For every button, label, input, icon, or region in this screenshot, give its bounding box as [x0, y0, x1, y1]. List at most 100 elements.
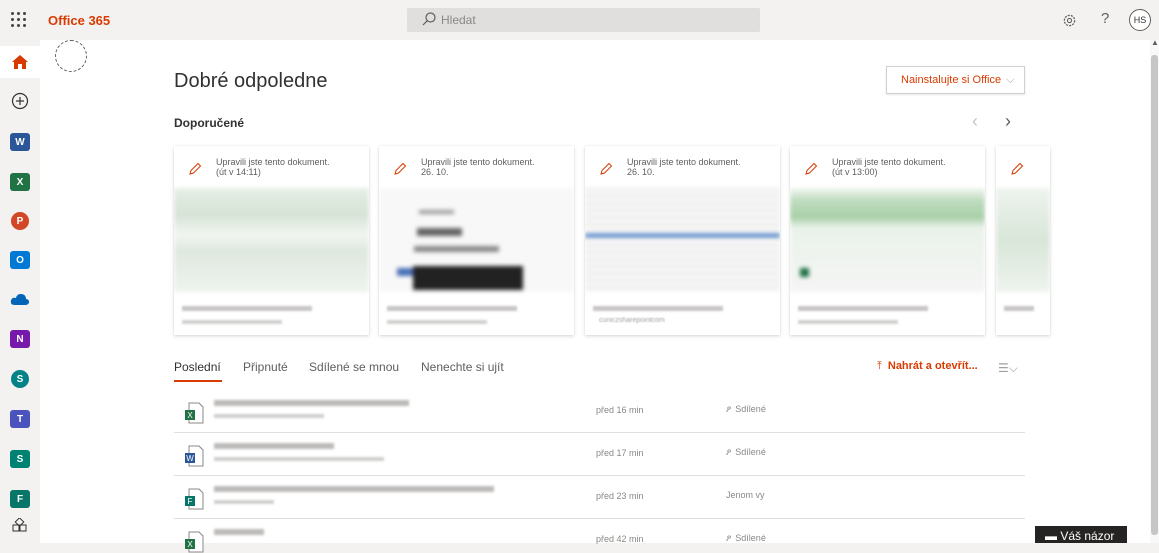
pencil-icon: [394, 162, 407, 175]
people-icon: ዖ: [726, 533, 732, 543]
recommended-card[interactable]: Upravili jste tento dokument. 26. 10. cun…: [585, 146, 780, 335]
app-launcher-icon[interactable]: [11, 12, 27, 28]
sort-view-icon[interactable]: ☰⌵: [998, 361, 1018, 376]
install-office-label: Nainstalujte si Office: [901, 74, 1002, 86]
file-row[interactable]: W před 17 min ዖ Sdílené: [174, 433, 1025, 476]
powerpoint-icon[interactable]: P: [8, 209, 32, 233]
excel-file-icon: X: [185, 402, 204, 424]
card-activity: Upravili jste tento dokument. 26. 10.: [627, 157, 741, 177]
card-activity: Upravili jste tento dokument. (út v 13:00…: [832, 157, 946, 177]
file-path-blurred: [214, 414, 324, 418]
card-subtitle-blurred: [182, 320, 282, 324]
pencil-icon: [1011, 162, 1024, 175]
previous-arrow-icon[interactable]: ‹: [972, 111, 978, 132]
document-thumbnail: [174, 188, 369, 292]
onenote-icon[interactable]: N: [8, 327, 32, 351]
file-row[interactable]: X před 42 min ዖ Sdílené: [174, 519, 1025, 553]
file-name-blurred: [214, 400, 409, 406]
word-file-icon: W: [185, 445, 204, 467]
upload-open-button[interactable]: ⤒ Nahrát a otevřít...: [877, 360, 978, 373]
active-tab-underline: [174, 380, 222, 382]
card-title-blurred: [798, 306, 928, 311]
people-icon: ዖ: [726, 447, 732, 457]
all-apps-icon[interactable]: [8, 514, 32, 538]
tab-shared-with-me[interactable]: Sdílené se mnou: [309, 360, 399, 374]
file-path-blurred: [214, 500, 274, 504]
word-icon[interactable]: W: [8, 130, 32, 154]
excel-icon[interactable]: X: [8, 170, 32, 194]
help-icon[interactable]: ?: [1101, 10, 1109, 27]
outlook-icon[interactable]: O: [8, 248, 32, 272]
search-box[interactable]: Hledat: [407, 8, 760, 32]
recommended-card[interactable]: [996, 146, 1050, 335]
svg-text:W: W: [186, 454, 194, 463]
feedback-button[interactable]: ▬ Váš názor: [1035, 526, 1127, 543]
recommended-card[interactable]: Upravili jste tento dokument. (út v 14:11…: [174, 146, 369, 335]
scrollbar-thumb[interactable]: [1151, 55, 1158, 535]
document-thumbnail: [790, 188, 985, 292]
document-thumbnail: [996, 188, 1050, 292]
file-row[interactable]: X před 16 min ዖ Sdílené: [174, 390, 1025, 433]
recommended-heading: Doporučené: [174, 116, 245, 130]
file-sharing-status: ዖ Sdílené: [726, 447, 766, 457]
settings-gear-icon[interactable]: [1062, 13, 1077, 28]
search-icon: [422, 12, 436, 26]
svg-text:X: X: [187, 540, 193, 549]
file-modified-time: před 16 min: [596, 405, 644, 415]
pencil-icon: [189, 162, 202, 175]
excel-file-icon: X: [185, 531, 204, 553]
teams-icon[interactable]: T: [8, 407, 32, 431]
upload-arrow-icon: ⤒: [877, 360, 882, 372]
upload-open-label: Nahrát a otevřít...: [887, 360, 978, 372]
card-title-blurred: [182, 306, 312, 311]
next-arrow-icon[interactable]: ›: [1005, 111, 1011, 132]
avatar[interactable]: HS: [1129, 9, 1151, 31]
people-icon: ዖ: [726, 404, 732, 414]
file-sharing-status: ዖ Sdílené: [726, 404, 766, 414]
loading-spinner-icon: [55, 40, 87, 72]
file-row[interactable]: F před 23 min Jenom vy: [174, 476, 1025, 519]
tab-discover[interactable]: Nenechte si ujít: [421, 360, 504, 374]
card-activity: Upravili jste tento dokument. (út v 14:11…: [216, 157, 330, 177]
card-location: cuniczsharepointcom: [599, 317, 665, 324]
sway-icon[interactable]: S: [8, 447, 32, 471]
card-activity: Upravili jste tento dokument. 26. 10.: [421, 157, 535, 177]
forms-icon[interactable]: F: [8, 487, 32, 511]
card-subtitle-blurred: [387, 320, 487, 324]
card-subtitle-blurred: [798, 320, 898, 324]
file-sharing-status: ዖ Sdílené: [726, 533, 766, 543]
create-icon[interactable]: [8, 89, 32, 113]
sharepoint-icon[interactable]: S: [8, 367, 32, 391]
app-title[interactable]: Office 365: [48, 13, 110, 28]
file-modified-time: před 23 min: [596, 491, 644, 501]
scroll-up-arrow-icon[interactable]: ▲: [1151, 38, 1159, 47]
document-thumbnail: [585, 188, 780, 292]
tab-recent[interactable]: Poslední: [174, 360, 221, 374]
file-name-blurred: [214, 486, 494, 492]
file-name-blurred: [214, 529, 264, 535]
pencil-icon: [805, 162, 818, 175]
file-sharing-status: Jenom vy: [726, 490, 765, 500]
search-placeholder: Hledat: [441, 13, 476, 27]
install-office-button[interactable]: Nainstalujte si Office ⌵: [886, 66, 1025, 94]
file-path-blurred: [214, 457, 384, 461]
card-title-blurred: [387, 306, 517, 311]
recommended-card[interactable]: Upravili jste tento dokument. (út v 13:00…: [790, 146, 985, 335]
onedrive-icon[interactable]: [8, 287, 32, 311]
pencil-icon: [600, 162, 613, 175]
card-title-blurred: [1004, 306, 1034, 311]
card-title-blurred: [593, 306, 723, 311]
document-thumbnail: [379, 188, 574, 292]
recommended-card[interactable]: Upravili jste tento dokument. 26. 10.: [379, 146, 574, 335]
svg-text:X: X: [187, 411, 193, 420]
file-modified-time: před 17 min: [596, 448, 644, 458]
greeting-heading: Dobré odpoledne: [174, 70, 328, 92]
chevron-down-icon: ⌵: [1006, 74, 1015, 86]
forms-file-icon: F: [185, 488, 204, 510]
svg-text:F: F: [188, 497, 193, 506]
feedback-label: Váš názor: [1060, 529, 1115, 543]
tab-pinned[interactable]: Připnuté: [243, 360, 288, 374]
chat-icon: ▬: [1045, 529, 1061, 543]
home-icon[interactable]: [8, 50, 32, 74]
file-name-blurred: [214, 443, 334, 449]
